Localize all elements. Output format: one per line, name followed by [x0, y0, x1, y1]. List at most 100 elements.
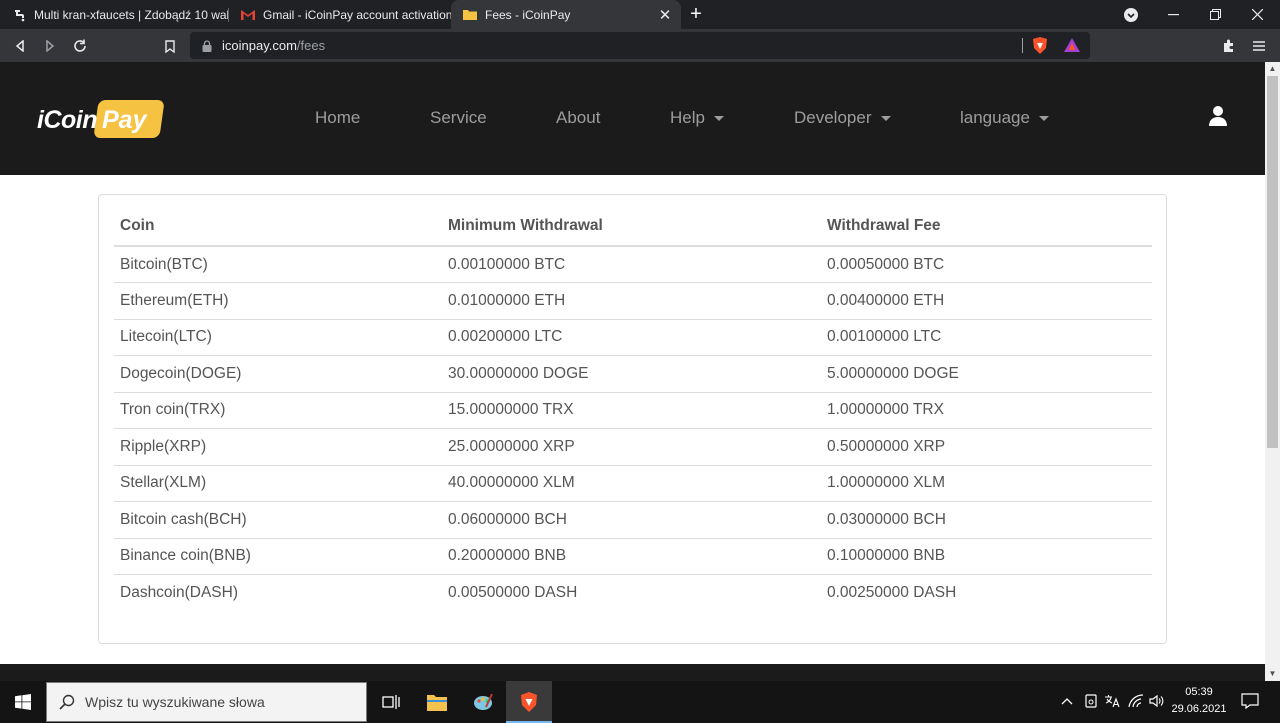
volume-icon[interactable]	[1148, 692, 1166, 710]
coin-cell: Ripple(XRP)	[114, 428, 442, 466]
browser-toolbar: icoinpay.com/fees	[0, 29, 1280, 62]
fee-cell: 0.50000000 XRP	[821, 428, 1152, 466]
extensions-icon[interactable]	[1219, 36, 1239, 56]
system-clock[interactable]: 05:39 29.06.2021	[1170, 684, 1228, 718]
fee-cell: 0.00400000 ETH	[821, 282, 1152, 320]
tab-fees-active[interactable]: Fees - iCoinPay ✕	[451, 0, 681, 29]
fee-cell: 0.00100000 LTC	[821, 319, 1152, 356]
lock-icon	[202, 39, 212, 57]
minimize-icon[interactable]	[1152, 0, 1194, 29]
restore-icon[interactable]	[1194, 0, 1236, 29]
device-icon[interactable]	[1082, 692, 1100, 710]
table-row: Binance coin(BNB) 0.20000000 BNB 0.1000000…	[114, 538, 1152, 575]
tab-title: Multi kran-xfaucets | Zdobądź 10 walu	[34, 7, 228, 22]
faucet-favicon-icon	[12, 8, 26, 22]
brave-taskbar-button[interactable]	[506, 681, 552, 723]
logo-text-right: Pay	[102, 106, 147, 134]
fee-cell: 1.00000000 TRX	[821, 392, 1152, 429]
clock-time: 05:39	[1185, 686, 1213, 698]
table-row: Ethereum(ETH) 0.01000000 ETH 0.00400000 ET…	[114, 282, 1152, 320]
fee-cell: 1.00000000 XLM	[821, 465, 1152, 502]
coin-cell: Bitcoin(BTC)	[114, 246, 442, 283]
page-scrollbar[interactable]: ▲ ▼	[1265, 62, 1280, 681]
logo-text-left: iCoin	[37, 106, 98, 134]
nav-help[interactable]: Help	[670, 108, 724, 128]
notifications-icon[interactable]	[1240, 691, 1260, 711]
address-separator	[1022, 38, 1023, 53]
coin-cell: Dashcoin(DASH)	[120, 584, 239, 601]
table-row: Tron coin(TRX) 15.00000000 TRX 1.00000000 …	[114, 392, 1152, 429]
nav-service[interactable]: Service	[430, 108, 487, 128]
header-minimum-withdrawal: Minimum Withdrawal	[442, 207, 821, 247]
keyboard-language-icon[interactable]	[1103, 692, 1121, 710]
min-withdrawal-cell: 0.00200000 LTC	[442, 319, 821, 356]
site-footer	[0, 664, 1265, 681]
min-withdrawal-cell: 0.00100000 BTC	[442, 246, 821, 283]
menu-icon[interactable]	[1249, 36, 1269, 56]
caret-down-icon	[713, 115, 724, 121]
fees-table: Coin Minimum Withdrawal Withdrawal Fee B…	[114, 207, 1152, 611]
show-hidden-icons-icon[interactable]	[1058, 692, 1076, 710]
forward-icon[interactable]	[40, 36, 60, 56]
tab-multi-kran[interactable]: Multi kran-xfaucets | Zdobądź 10 walu	[0, 0, 228, 29]
min-withdrawal-cell: 40.00000000 XLM	[442, 465, 821, 502]
tab-gmail[interactable]: Gmail - iCoinPay account activation	[229, 0, 451, 29]
search-icon	[59, 694, 75, 710]
windows-taskbar: Wpisz tu wyszukiwane słowa 05:39 29.06.2…	[0, 681, 1280, 723]
table-row: Stellar(XLM) 40.00000000 XLM 1.00000000 XL…	[114, 465, 1152, 502]
table-row: Bitcoin cash(BCH) 0.06000000 BCH 0.0300000…	[114, 501, 1152, 539]
fee-cell: 0.03000000 BCH	[821, 501, 1152, 539]
coin-cell: Litecoin(LTC)	[114, 319, 442, 356]
caret-down-icon	[880, 115, 891, 121]
tab-title: Gmail - iCoinPay account activation	[263, 7, 451, 22]
min-withdrawal-cell: 30.00000000 DOGE	[442, 355, 821, 393]
table-row: Dogecoin(DOGE) 30.00000000 DOGE 5.00000000…	[114, 355, 1152, 393]
coin-cell: Dogecoin(DOGE)	[114, 355, 442, 393]
nav-language[interactable]: language	[960, 108, 1049, 128]
icoinpay-logo[interactable]: iCoin Pay	[36, 100, 165, 138]
brave-shields-icon[interactable]	[1032, 37, 1048, 59]
min-withdrawal-cell: 15.00000000 TRX	[442, 392, 821, 429]
gmail-favicon-icon	[241, 8, 255, 22]
min-withdrawal-cell: 25.00000000 XRP	[442, 428, 821, 466]
fee-cell: 0.00050000 BTC	[821, 246, 1152, 283]
coin-cell: Stellar(XLM)	[114, 465, 442, 502]
new-tab-button[interactable]: +	[686, 4, 706, 24]
header-withdrawal-fee: Withdrawal Fee	[821, 207, 1152, 247]
address-bar[interactable]: icoinpay.com/fees	[190, 32, 1090, 59]
reload-icon[interactable]	[70, 36, 90, 56]
table-row: Ripple(XRP) 25.00000000 XRP 0.50000000 XRP	[114, 428, 1152, 466]
nav-about[interactable]: About	[556, 108, 600, 128]
nav-home[interactable]: Home	[315, 108, 360, 128]
caret-down-icon	[1038, 115, 1049, 121]
table-row: Litecoin(LTC) 0.00200000 LTC 0.00100000 LT…	[114, 319, 1152, 356]
scroll-up-icon[interactable]: ▲	[1265, 62, 1280, 76]
paint-app-icon[interactable]	[460, 681, 506, 723]
nav-developer[interactable]: Developer	[794, 108, 891, 128]
user-icon[interactable]	[1208, 105, 1228, 127]
page-viewport: iCoin Pay Home Service About Help Develo…	[0, 62, 1265, 681]
fees-card: Coin Minimum Withdrawal Withdrawal Fee B…	[98, 194, 1167, 644]
back-icon[interactable]	[10, 36, 30, 56]
brave-browser-icon	[520, 692, 538, 717]
scroll-thumb[interactable]	[1267, 76, 1278, 448]
file-explorer-icon[interactable]	[414, 681, 460, 723]
window-close-icon[interactable]	[1236, 0, 1278, 29]
coin-cell: Bitcoin cash(BCH)	[114, 501, 442, 539]
tab-title: Fees - iCoinPay	[485, 7, 571, 22]
close-icon[interactable]: ✕	[657, 7, 673, 24]
url-text: icoinpay.com/fees	[222, 38, 326, 53]
tab-search-icon[interactable]	[1110, 0, 1152, 29]
bookmark-icon[interactable]	[160, 36, 180, 56]
coin-cell: Ethereum(ETH)	[114, 282, 442, 320]
fee-cell: 0.00250000 DASH	[827, 584, 957, 601]
wifi-icon[interactable]	[1127, 692, 1145, 710]
min-withdrawal-cell: 0.00500000 DASH	[448, 584, 578, 601]
scroll-down-icon[interactable]: ▼	[1265, 667, 1280, 681]
task-view-icon[interactable]	[368, 681, 414, 723]
coin-cell: Tron coin(TRX)	[114, 392, 442, 429]
brave-rewards-icon[interactable]	[1064, 38, 1080, 57]
windows-start-icon[interactable]	[0, 681, 46, 723]
taskbar-search-input[interactable]: Wpisz tu wyszukiwane słowa	[46, 682, 367, 722]
search-placeholder: Wpisz tu wyszukiwane słowa	[85, 694, 265, 710]
